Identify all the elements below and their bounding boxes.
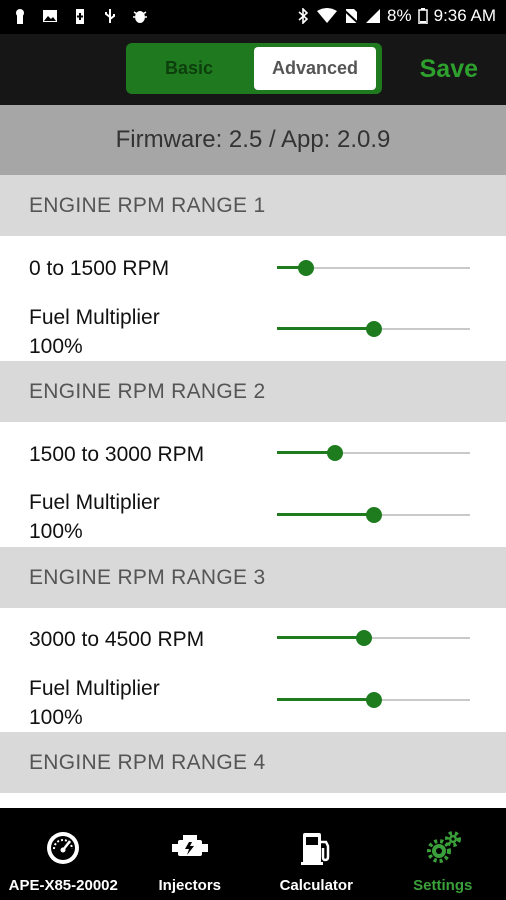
rpm-range-slider[interactable] bbox=[277, 443, 470, 463]
firmware-banner: Firmware: 2.5 / App: 2.0.9 bbox=[0, 105, 506, 175]
nav-label: Calculator bbox=[279, 877, 353, 894]
section-header-range-4: ENGINE RPM RANGE 4 bbox=[0, 732, 506, 793]
clock: 9:36 AM bbox=[433, 6, 496, 25]
fuel-pump-icon bbox=[301, 833, 330, 865]
mode-toggle[interactable]: Basic Advanced bbox=[126, 43, 382, 94]
section-header-range-2: ENGINE RPM RANGE 2 bbox=[0, 361, 506, 422]
signal-icon bbox=[366, 9, 381, 23]
section-header-range-1: ENGINE RPM RANGE 1 bbox=[0, 175, 506, 236]
rpm-range-slider[interactable] bbox=[277, 628, 470, 648]
fuel-multiplier-title: Fuel Multiplier bbox=[29, 306, 160, 329]
bug-icon bbox=[133, 11, 147, 23]
bottom-navigation: APE-X85-20002 Injectors Calculator Setti… bbox=[0, 808, 506, 900]
slider-thumb[interactable] bbox=[297, 260, 314, 276]
keyhole-icon bbox=[16, 9, 24, 24]
nav-label: APE-X85-20002 bbox=[8, 877, 118, 894]
fuel-multiplier-slider[interactable] bbox=[277, 690, 470, 710]
fuel-multiplier-label: Fuel Multiplier 100% bbox=[29, 303, 160, 361]
system-status: 8% 9:36 AM bbox=[295, 6, 496, 26]
status-bar: 8% 9:36 AM bbox=[0, 0, 506, 34]
basic-mode-button[interactable]: Basic bbox=[130, 47, 248, 90]
battery-percentage: 8% bbox=[387, 6, 412, 25]
battery-plus-icon bbox=[76, 9, 84, 24]
rpm-range-label: 1500 to 3000 RPM bbox=[29, 443, 205, 466]
fuel-multiplier-label: Fuel Multiplier 100% bbox=[29, 674, 160, 732]
slider-fill bbox=[277, 698, 374, 701]
rpm-range-slider[interactable] bbox=[277, 258, 470, 278]
slider-thumb[interactable] bbox=[365, 692, 382, 708]
fuel-multiplier-title: Fuel Multiplier bbox=[29, 491, 160, 514]
nav-tab-device[interactable]: APE-X85-20002 bbox=[0, 808, 127, 900]
section-header-range-3: ENGINE RPM RANGE 3 bbox=[0, 547, 506, 608]
nav-tab-settings[interactable]: Settings bbox=[380, 808, 506, 900]
bluetooth-icon bbox=[298, 8, 309, 24]
gears-icon bbox=[426, 831, 461, 863]
fuel-multiplier-value: 100% bbox=[29, 520, 83, 543]
slider-fill bbox=[277, 636, 364, 639]
rpm-range-label: 3000 to 4500 RPM bbox=[29, 628, 205, 651]
slider-thumb[interactable] bbox=[365, 321, 382, 337]
advanced-mode-button[interactable]: Advanced bbox=[254, 47, 376, 90]
slider-fill bbox=[277, 513, 374, 516]
fuel-multiplier-title: Fuel Multiplier bbox=[29, 677, 160, 700]
fuel-multiplier-label: Fuel Multiplier 100% bbox=[29, 488, 160, 546]
wifi-icon bbox=[317, 8, 338, 23]
fuel-multiplier-slider[interactable] bbox=[277, 505, 470, 525]
slider-thumb[interactable] bbox=[326, 445, 343, 461]
usb-icon bbox=[105, 9, 115, 23]
nav-label: Settings bbox=[413, 877, 473, 894]
slider-thumb[interactable] bbox=[355, 630, 372, 646]
battery-icon bbox=[417, 8, 428, 24]
nav-tab-injectors[interactable]: Injectors bbox=[127, 808, 254, 900]
slider-thumb[interactable] bbox=[365, 507, 382, 523]
no-sim-icon bbox=[343, 9, 359, 24]
nav-label: Injectors bbox=[158, 877, 222, 894]
rpm-range-label: 0 to 1500 RPM bbox=[29, 257, 170, 280]
gauge-icon bbox=[47, 832, 80, 864]
app-toolbar: Basic Advanced Save bbox=[0, 34, 506, 105]
nav-tab-calculator[interactable]: Calculator bbox=[253, 808, 380, 900]
fuel-multiplier-value: 100% bbox=[29, 335, 83, 358]
image-icon bbox=[43, 10, 57, 22]
notification-icons bbox=[12, 8, 148, 24]
fuel-multiplier-value: 100% bbox=[29, 706, 83, 729]
slider-fill bbox=[277, 327, 374, 330]
fuel-multiplier-slider[interactable] bbox=[277, 319, 470, 339]
save-button[interactable]: Save bbox=[420, 55, 478, 84]
injector-icon bbox=[171, 835, 208, 856]
